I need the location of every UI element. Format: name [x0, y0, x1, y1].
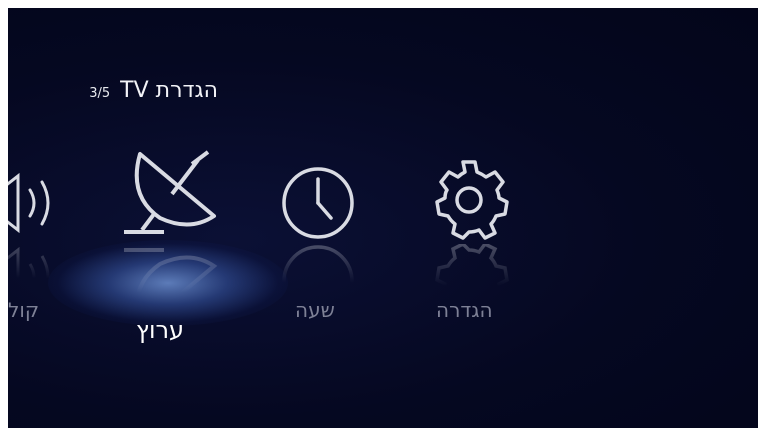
- menu-item-settings[interactable]: [429, 160, 509, 244]
- tv-setup-screen: 3/5 הגדרת TV קול ערוץ שעה הגדרה: [8, 8, 758, 428]
- page-header: 3/5 הגדרת TV: [89, 78, 218, 103]
- menu-label-time: שעה: [295, 298, 335, 322]
- satellite-dish-icon: [124, 150, 216, 234]
- gear-icon: [435, 160, 509, 240]
- menu-item-sound[interactable]: [8, 168, 68, 242]
- menu-label-channel: ערוץ: [136, 316, 185, 344]
- menu-item-time[interactable]: [281, 166, 355, 244]
- step-indicator: 3/5: [89, 86, 111, 101]
- page-title: הגדרת TV: [120, 78, 218, 103]
- menu-label-settings: הגדרה: [436, 298, 493, 322]
- speaker-icon: [8, 172, 50, 234]
- clock-icon: [282, 167, 354, 239]
- menu-item-channel[interactable]: [120, 146, 220, 242]
- menu-label-sound: קול: [8, 298, 40, 322]
